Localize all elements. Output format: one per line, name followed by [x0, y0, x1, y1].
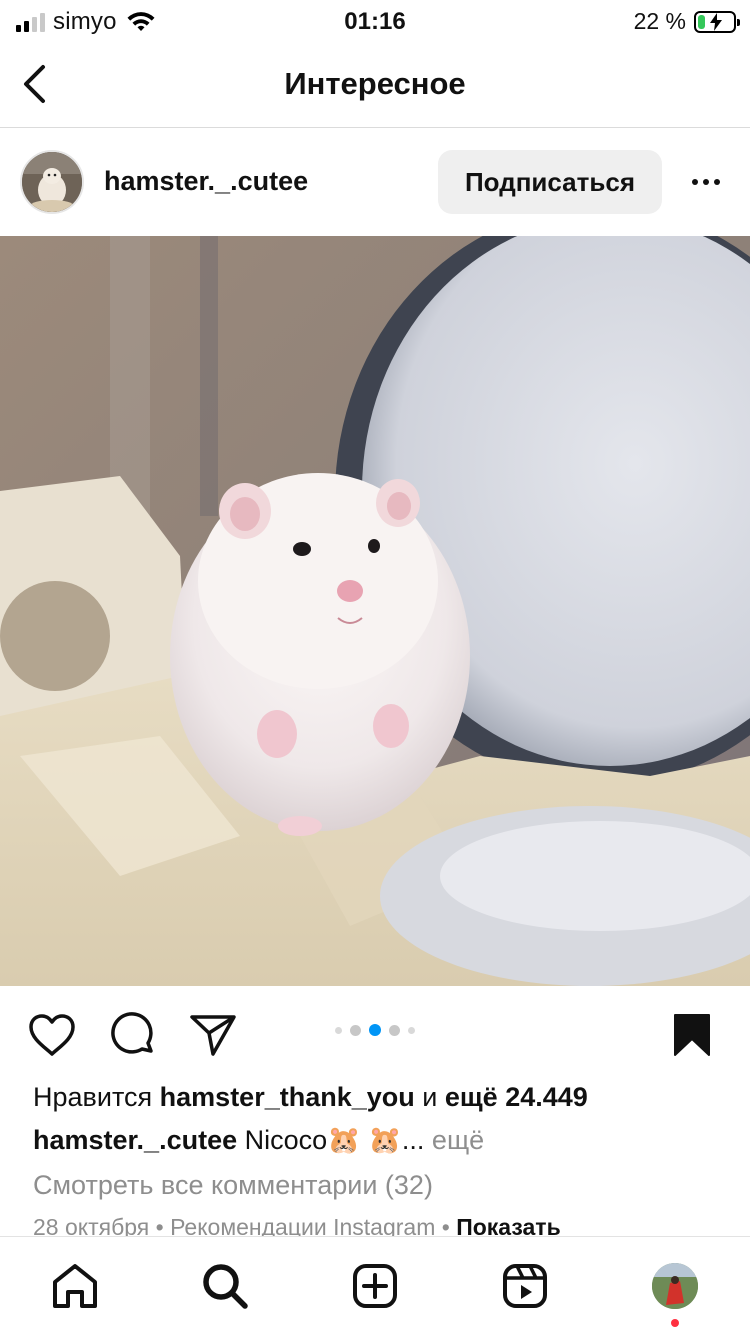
likes-conjunction: и [422, 1082, 438, 1112]
user-avatar[interactable] [20, 150, 84, 214]
notification-dot [671, 1319, 679, 1327]
status-right: 22 % [633, 8, 740, 35]
follow-button[interactable]: Подписаться [438, 150, 662, 214]
meta-separator: • [155, 1214, 164, 1236]
carousel-dot [369, 1024, 381, 1036]
carousel-dot [389, 1024, 400, 1036]
battery-percent: 22 % [633, 8, 686, 34]
caption-more-link[interactable]: ещё [432, 1125, 484, 1155]
tab-profile[interactable] [648, 1259, 702, 1313]
create-icon [353, 1264, 397, 1308]
post-date: 28 октября [33, 1214, 150, 1236]
tab-bar [0, 1236, 750, 1334]
recommendation-source: Рекомендации Instagram [170, 1214, 436, 1236]
bookmark-icon [674, 1014, 710, 1056]
top-nav: Интересное [0, 44, 750, 128]
post-username[interactable]: hamster._.cutee [104, 166, 308, 197]
post-actions [0, 986, 750, 1078]
liked-by-user[interactable]: hamster_thank_you [160, 1082, 415, 1112]
likes-line: Нравится hamster_thank_you и ещё 24.449 [33, 1082, 588, 1113]
post-meta: 28 октября • Рекомендации Instagram • По… [33, 1214, 561, 1236]
likes-prefix: Нравится [33, 1082, 153, 1112]
carousel-dot [335, 1026, 342, 1034]
post-header: hamster._.cutee Подписаться [0, 129, 750, 235]
tab-create[interactable] [348, 1259, 402, 1313]
likes-count[interactable]: ещё 24.449 [445, 1082, 588, 1112]
caption-username[interactable]: hamster._.cutee [33, 1125, 237, 1155]
view-comments-link[interactable]: Смотреть все комментарии (32) [33, 1170, 433, 1201]
page-title: Интересное [284, 66, 466, 101]
tab-search[interactable] [198, 1259, 252, 1313]
home-icon [53, 1264, 97, 1308]
save-button[interactable] [667, 1010, 717, 1060]
reels-icon [503, 1264, 547, 1308]
search-icon [203, 1264, 248, 1309]
tab-home[interactable] [48, 1259, 102, 1313]
battery-charging-icon [694, 10, 740, 33]
caption: hamster._.cutee Nicoco🐹 🐹... ещё [33, 1124, 484, 1156]
carousel-dot [408, 1026, 415, 1034]
battery-level-fill [698, 14, 705, 29]
tab-reels[interactable] [498, 1259, 552, 1313]
hamster-photo [0, 236, 750, 986]
status-bar: simyo 01:16 22 % [0, 0, 750, 44]
caption-text: Nicoco🐹 🐹... [244, 1125, 425, 1155]
show-more-link[interactable]: Показать [456, 1214, 561, 1236]
carousel-dot [350, 1024, 361, 1036]
carousel-indicator [0, 1024, 750, 1036]
post-image[interactable] [0, 236, 750, 986]
more-horizontal-icon[interactable] [686, 169, 726, 195]
meta-separator: • [441, 1214, 450, 1236]
profile-avatar [652, 1263, 698, 1309]
